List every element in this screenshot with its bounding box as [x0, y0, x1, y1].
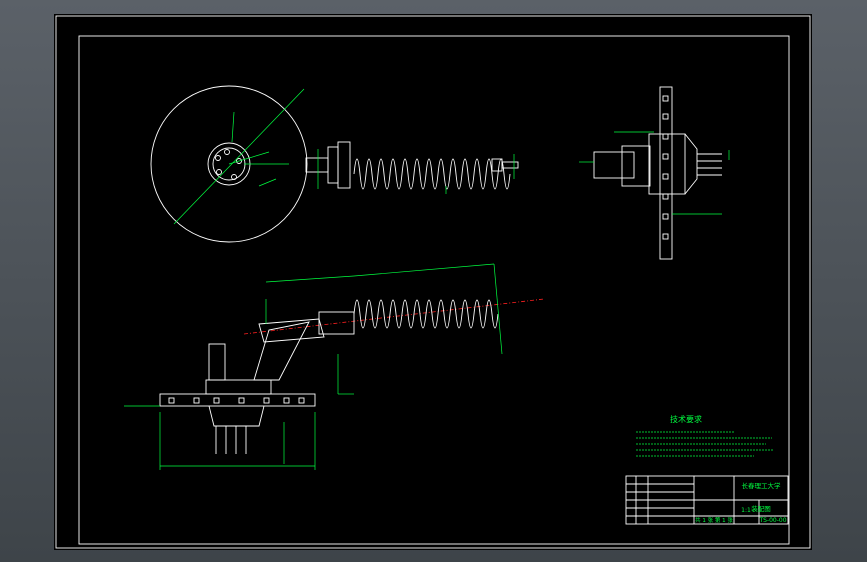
title-block-sheet-info: 共 1 张 第 1 张: [695, 516, 733, 524]
technical-requirements: 技术要求: [636, 414, 774, 457]
inner-frame: [78, 35, 790, 545]
drawing-canvas: 技术要求 长春理工大学 装配图 TS-00-00 共 1 张 第 1 张 1:1: [55, 15, 811, 549]
title-block: 长春理工大学 装配图 TS-00-00 共 1 张 第 1 张 1:1: [625, 475, 789, 525]
bracket-side-view: [579, 86, 730, 260]
tech-req-title: 技术要求: [670, 414, 702, 424]
title-block-drawing-name: 装配图: [751, 504, 771, 513]
spring-top-view: [305, 141, 519, 194]
title-block-school: 长春理工大学: [742, 481, 782, 490]
outer-frame: [55, 15, 811, 549]
drawing-sheet: 技术要求 长春理工大学 装配图 TS-00-00 共 1 张 第 1 张 1:1: [54, 14, 812, 550]
title-block-drawing-number: TS-00-00: [758, 517, 786, 524]
cad-viewport[interactable]: 技术要求 长春理工大学 装配图 TS-00-00 共 1 张 第 1 张 1:1: [0, 0, 867, 562]
assembly-elevation: [124, 263, 545, 470]
title-block-scale: 1:1: [741, 507, 751, 514]
disc-view: [150, 85, 308, 243]
